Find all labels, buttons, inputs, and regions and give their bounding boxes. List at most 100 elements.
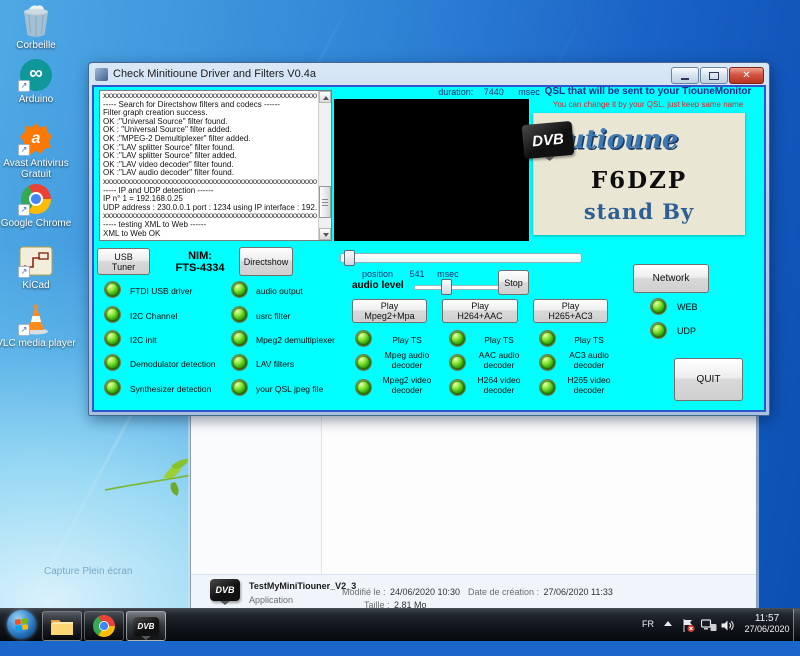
icon-label: Avast Antivirus Gratuit xyxy=(0,158,76,180)
clock-date: 27/06/2020 xyxy=(742,624,792,634)
led-label: Play TS xyxy=(466,335,532,345)
nim-label: NIM: xyxy=(154,250,246,262)
scroll-up-button[interactable] xyxy=(319,91,331,103)
screenshot-watermark: Capture Plein écran xyxy=(44,566,132,577)
title-bar[interactable]: Check Minitioune Driver and Filters V0.4… xyxy=(89,63,769,85)
status-led xyxy=(450,380,465,395)
play-h265-button[interactable]: Play H265+AC3 xyxy=(533,299,608,323)
tray-expand-icon[interactable] xyxy=(664,621,672,626)
taskbar-clock[interactable]: 11:57 27/06/2020 xyxy=(742,613,792,634)
clock-time: 11:57 xyxy=(742,613,792,624)
dvb-file-icon: DVB xyxy=(210,579,240,601)
desktop-icon-corbeille[interactable]: Corbeille xyxy=(0,4,76,51)
desktop-icon-avast[interactable]: a ↗ Avast Antivirus Gratuit xyxy=(0,122,76,180)
desktop-icon-chrome[interactable]: ↗ Google Chrome xyxy=(0,182,76,229)
qsl-card-image: Tutioune DVB F6DZP stand By xyxy=(533,113,745,235)
position-slider-track[interactable] xyxy=(340,253,582,263)
status-led xyxy=(540,331,555,346)
desktop-icon-arduino[interactable]: ∞ ↗ Arduino xyxy=(0,58,76,105)
arrow-up-icon xyxy=(323,96,329,100)
log-line: OK :"LAV audio decoder" filter found. xyxy=(103,169,317,178)
chrome-icon xyxy=(93,615,115,637)
log-line: ----- testing XML to Web ------ xyxy=(103,221,317,230)
app-window-icon xyxy=(95,68,108,81)
status-led xyxy=(651,299,666,314)
shortcut-arrow-icon: ↗ xyxy=(18,80,30,92)
nim-value: FTS-4334 xyxy=(154,262,246,274)
log-line: ----- IP and UDP detection ------ xyxy=(103,187,317,196)
led-label: Mpeg audio decoder xyxy=(372,350,442,370)
explorer-details-pane: DVB TestMyMiniTiouner_V2_3 Modifié le : … xyxy=(191,574,756,608)
led-label: Demodulator detection xyxy=(130,359,216,369)
start-button[interactable] xyxy=(7,610,36,639)
log-line: xxxxxxxxxxxxxxxxxxxxxxxxxxxxxxxxxxxxxxxx… xyxy=(103,92,317,101)
taskbar-dvb-app-button[interactable]: DVB xyxy=(126,611,166,641)
file-name: TestMyMiniTiouner_V2_3 xyxy=(249,581,356,591)
status-led xyxy=(450,355,465,370)
position-readout: position 541 msec xyxy=(362,269,459,279)
dvb-logo-icon: DVB xyxy=(522,121,575,159)
minimize-button[interactable] xyxy=(671,67,699,84)
stop-button[interactable]: Stop xyxy=(498,270,529,295)
led-label: Mpeg2 video decoder xyxy=(372,375,442,395)
play-mpeg2-button[interactable]: Play Mpeg2+Mpa xyxy=(352,299,427,323)
log-line: xxxxxxxxxxxxxxxxxxxxxxxxxxxxxxxxxxxxxxxx… xyxy=(103,178,317,187)
language-indicator[interactable]: FR xyxy=(642,619,654,629)
close-button[interactable]: ✕ xyxy=(729,67,764,84)
app-window: Check Minitioune Driver and Filters V0.4… xyxy=(88,62,770,416)
status-led xyxy=(651,323,666,338)
audio-level-slider-track[interactable] xyxy=(414,285,504,290)
log-line: xxxxxxxxxxxxxxxxxxxxxxxxxxxxxxxxxxxxxxxx… xyxy=(103,212,317,221)
audio-level-slider-thumb[interactable] xyxy=(441,279,452,295)
led-label: Play TS xyxy=(372,335,442,345)
log-scrollbar[interactable] xyxy=(318,91,331,240)
log-line: Filter graph creation success. xyxy=(103,109,317,118)
audio-level-label: audio level xyxy=(352,280,404,291)
status-led xyxy=(232,331,247,346)
position-slider-thumb[interactable] xyxy=(344,250,355,266)
desktop-icon-vlc[interactable]: ↗ VLC media player xyxy=(0,302,76,349)
led-label: AAC audio decoder xyxy=(466,350,532,370)
status-led xyxy=(105,307,120,322)
led-label: Mpeg2 demultiplexer xyxy=(256,335,335,345)
arrow-down-icon xyxy=(323,233,329,237)
nim-readout: NIM: FTS-4334 xyxy=(154,250,246,274)
volume-tray-icon[interactable] xyxy=(721,619,734,632)
quit-button[interactable]: QUIT xyxy=(674,358,743,401)
maximize-button[interactable] xyxy=(700,67,728,84)
shortcut-arrow-icon: ↗ xyxy=(18,266,30,278)
log-line: OK :"Universal Source" filter found. xyxy=(103,118,317,127)
status-led xyxy=(105,282,120,297)
icon-label: Corbeille xyxy=(0,40,76,51)
status-led xyxy=(105,331,120,346)
status-led xyxy=(450,331,465,346)
action-center-flag-icon[interactable] xyxy=(681,618,695,633)
explorer-window: DVB TestMyMiniTiouner_V2_3 Modifié le : … xyxy=(190,415,757,610)
play-h264-button[interactable]: Play H264+AAC xyxy=(442,299,518,323)
show-desktop-button[interactable] xyxy=(793,609,800,641)
close-icon: ✕ xyxy=(742,71,750,81)
status-led xyxy=(105,355,120,370)
directshow-button[interactable]: Directshow xyxy=(239,247,293,276)
duration-label: duration: xyxy=(438,87,473,97)
network-tray-icon[interactable] xyxy=(701,619,717,632)
icon-label: Arduino xyxy=(0,94,76,105)
icon-label: Google Chrome xyxy=(0,218,76,229)
network-button[interactable]: Network xyxy=(633,264,709,293)
icon-label: VLC media player xyxy=(0,338,76,349)
position-unit: msec xyxy=(437,269,459,279)
taskbar-chrome-button[interactable] xyxy=(84,611,124,641)
status-led xyxy=(356,355,371,370)
scrollbar-thumb[interactable] xyxy=(319,186,331,218)
scroll-down-button[interactable] xyxy=(319,228,331,240)
usb-tuner-button[interactable]: USB Tuner xyxy=(97,248,150,275)
udp-label: UDP xyxy=(677,326,696,336)
file-created: Date de création : 27/06/2020 11:33 xyxy=(468,582,613,600)
taskbar: DVB FR 11:57 27/06/2020 xyxy=(0,608,800,641)
status-led xyxy=(232,380,247,395)
status-led xyxy=(356,331,371,346)
led-label: Play TS xyxy=(556,335,622,345)
taskbar-explorer-button[interactable] xyxy=(42,611,82,641)
log-line: OK :"LAV splitter Source" filter added. xyxy=(103,152,317,161)
desktop-icon-kicad[interactable]: ↗ KiCad xyxy=(0,244,76,291)
